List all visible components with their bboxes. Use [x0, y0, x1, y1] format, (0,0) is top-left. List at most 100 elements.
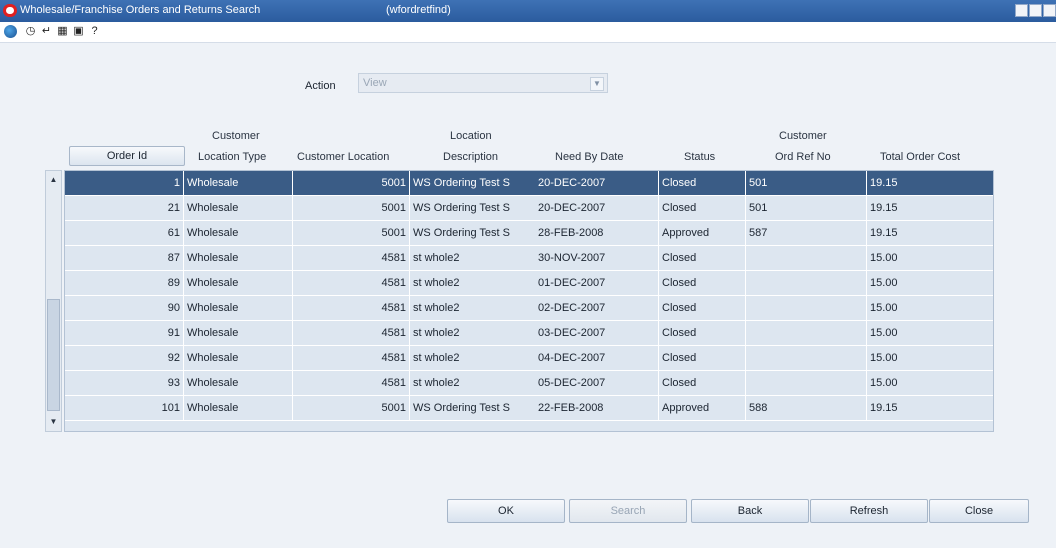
cell-status[interactable]: Closed [659, 271, 745, 295]
cell-cost[interactable]: 15.00 [867, 296, 993, 320]
cell-cost[interactable]: 19.15 [867, 196, 993, 220]
cell-ref[interactable] [746, 271, 866, 295]
cell-cost[interactable]: 15.00 [867, 271, 993, 295]
ok-button[interactable]: OK [447, 499, 565, 523]
table-row[interactable]: 91 Wholesale 4581st whole2 03-DEC-2007 Close… [65, 321, 993, 346]
cell-desc[interactable]: WS Ordering Test S [410, 196, 530, 220]
cell-type[interactable]: Wholesale [184, 396, 292, 420]
cell-id[interactable]: 93 [65, 371, 183, 395]
cell-id[interactable]: 91 [65, 321, 183, 345]
close-button[interactable]: Close [929, 499, 1029, 523]
cell-cost[interactable]: 15.00 [867, 321, 993, 345]
cell-id[interactable]: 61 [65, 221, 183, 245]
cell-status[interactable]: Closed [659, 196, 745, 220]
globe-icon[interactable] [4, 25, 17, 38]
cell-loc[interactable]: 5001 [293, 196, 409, 220]
scroll-up-icon[interactable]: ▲ [46, 173, 61, 187]
cell-desc[interactable]: st whole2 [410, 296, 530, 320]
cell-date[interactable]: 04-DEC-2007 [535, 346, 658, 370]
cell-loc[interactable]: 4581 [293, 296, 409, 320]
cell-date[interactable]: 22-FEB-2008 [535, 396, 658, 420]
cell-ref[interactable]: 588 [746, 396, 866, 420]
report-icon[interactable]: ▣ [72, 25, 85, 38]
cell-ref[interactable]: 587 [746, 221, 866, 245]
cell-loc[interactable]: 4581 [293, 321, 409, 345]
cell-desc[interactable]: st whole2 [410, 346, 530, 370]
cell-loc[interactable]: 4581 [293, 371, 409, 395]
cell-desc[interactable]: WS Ordering Test S [410, 396, 530, 420]
cell-loc[interactable]: 5001 [293, 221, 409, 245]
cell-date[interactable]: 02-DEC-2007 [535, 296, 658, 320]
cell-id[interactable]: 21 [65, 196, 183, 220]
table-row[interactable]: 90 Wholesale 4581st whole2 02-DEC-2007 Close… [65, 296, 993, 321]
table-row[interactable]: 101 Wholesale 5001 WS Ordering Test S 22-FEB… [65, 396, 993, 421]
cell-status[interactable]: Approved [659, 221, 745, 245]
cell-type[interactable]: Wholesale [184, 221, 292, 245]
cell-type[interactable]: Wholesale [184, 346, 292, 370]
calendar-icon[interactable]: ▦ [56, 25, 69, 38]
cell-ref[interactable] [746, 296, 866, 320]
cell-ref[interactable]: 501 [746, 171, 866, 195]
cell-desc[interactable]: st whole2 [410, 246, 530, 270]
cell-type[interactable]: Wholesale [184, 246, 292, 270]
cell-id[interactable]: 101 [65, 396, 183, 420]
cell-cost[interactable]: 15.00 [867, 371, 993, 395]
cell-cost[interactable]: 19.15 [867, 221, 993, 245]
table-row[interactable]: 21 Wholesale 5001 WS Ordering Test S 20-DEC-… [65, 196, 993, 221]
cell-type[interactable]: Wholesale [184, 171, 292, 195]
vertical-scrollbar[interactable]: ▲ ▼ [45, 170, 62, 432]
search-button[interactable]: Search [569, 499, 687, 523]
scroll-down-icon[interactable]: ▼ [46, 415, 61, 429]
cell-id[interactable]: 89 [65, 271, 183, 295]
cell-type[interactable]: Wholesale [184, 296, 292, 320]
cell-desc[interactable]: st whole2 [410, 271, 530, 295]
order-id-sort-button[interactable]: Order Id [69, 146, 185, 166]
cell-id[interactable]: 90 [65, 296, 183, 320]
cell-cost[interactable]: 19.15 [867, 396, 993, 420]
cell-desc[interactable]: WS Ordering Test S [410, 171, 530, 195]
cell-type[interactable]: Wholesale [184, 321, 292, 345]
cell-loc[interactable]: 5001 [293, 171, 409, 195]
cell-type[interactable]: Wholesale [184, 196, 292, 220]
cell-loc[interactable]: 5001 [293, 396, 409, 420]
cell-desc[interactable]: st whole2 [410, 371, 530, 395]
back-button[interactable]: Back [691, 499, 809, 523]
cell-ref[interactable] [746, 321, 866, 345]
cell-type[interactable]: Wholesale [184, 371, 292, 395]
cell-ref[interactable] [746, 371, 866, 395]
help-icon[interactable]: ◷ [24, 25, 37, 38]
cell-status[interactable]: Closed [659, 346, 745, 370]
minimize-icon[interactable] [1015, 4, 1028, 17]
cell-ref[interactable] [746, 346, 866, 370]
close-window-icon[interactable] [1043, 4, 1056, 17]
spell-icon[interactable]: ↵ [40, 25, 53, 38]
cell-status[interactable]: Closed [659, 321, 745, 345]
cell-status[interactable]: Closed [659, 246, 745, 270]
cell-cost[interactable]: 15.00 [867, 346, 993, 370]
cell-desc[interactable]: st whole2 [410, 321, 530, 345]
action-select[interactable]: View ▼ [358, 73, 608, 93]
cell-desc[interactable]: WS Ordering Test S [410, 221, 530, 245]
chevron-down-icon[interactable]: ▼ [590, 77, 604, 91]
cell-id[interactable]: 87 [65, 246, 183, 270]
cell-loc[interactable]: 4581 [293, 346, 409, 370]
cell-date[interactable]: 20-DEC-2007 [535, 196, 658, 220]
cell-id[interactable]: 1 [65, 171, 183, 195]
table-row[interactable]: 92 Wholesale 4581st whole2 04-DEC-2007 Close… [65, 346, 993, 371]
cell-date[interactable]: 20-DEC-2007 [535, 171, 658, 195]
cell-status[interactable]: Closed [659, 171, 745, 195]
maximize-icon[interactable] [1029, 4, 1042, 17]
cell-loc[interactable]: 4581 [293, 271, 409, 295]
question-icon[interactable]: ? [88, 25, 101, 38]
table-row[interactable]: 87 Wholesale 4581st whole2 30-NOV-2007 Close… [65, 246, 993, 271]
cell-date[interactable]: 05-DEC-2007 [535, 371, 658, 395]
refresh-button[interactable]: Refresh [810, 499, 928, 523]
cell-ref[interactable] [746, 246, 866, 270]
cell-id[interactable]: 92 [65, 346, 183, 370]
table-row[interactable]: 61 Wholesale 5001 WS Ordering Test S 28-FEB-… [65, 221, 993, 246]
cell-cost[interactable]: 15.00 [867, 246, 993, 270]
cell-status[interactable]: Closed [659, 371, 745, 395]
cell-type[interactable]: Wholesale [184, 271, 292, 295]
cell-date[interactable]: 03-DEC-2007 [535, 321, 658, 345]
scroll-thumb[interactable] [47, 299, 60, 411]
